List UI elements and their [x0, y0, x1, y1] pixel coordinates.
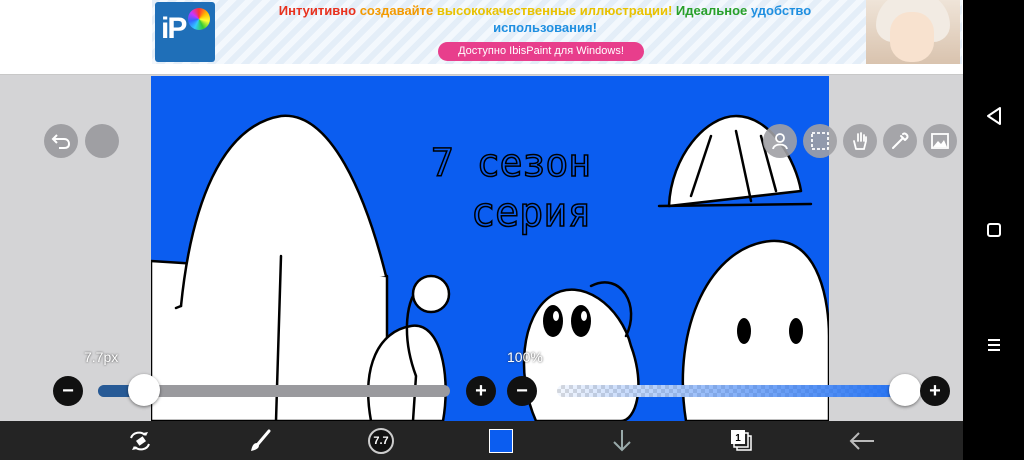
selection-icon — [811, 132, 829, 150]
ad-headline-word: высококачественные иллюстрации! — [436, 3, 673, 18]
brush-size-slider-handle[interactable] — [127, 374, 160, 406]
ad-headline-word: Идеальное — [675, 3, 748, 18]
layers-button[interactable]: 1 — [722, 421, 762, 460]
undo-icon — [51, 134, 71, 149]
art-eye — [571, 305, 591, 337]
android-home-button[interactable] — [981, 217, 1007, 243]
hand-icon — [853, 132, 867, 150]
brush-size-increase-button[interactable]: + — [466, 376, 496, 406]
opacity-decrease-button[interactable]: − — [507, 376, 537, 406]
menu-lines-icon — [988, 339, 1000, 351]
back-arrow-icon — [849, 431, 874, 450]
art-eye — [543, 305, 563, 337]
opacity-label: 100% — [507, 349, 543, 365]
art-eye-shine — [581, 311, 587, 321]
opacity-slider[interactable] — [557, 385, 917, 397]
ad-headline-word: создавайте — [359, 3, 434, 18]
android-back-button[interactable] — [981, 103, 1007, 129]
brush-size-label: 7.7px — [84, 349, 119, 365]
brush-icon — [251, 429, 271, 451]
ibispaint-app: iP Интуитивно создавайте высококачествен… — [0, 0, 963, 460]
undo-button[interactable] — [44, 124, 78, 158]
current-color-swatch — [489, 428, 513, 453]
drawing-canvas[interactable]: 7 сезон серия — [151, 76, 829, 421]
art-mic-head — [411, 274, 451, 314]
canvas-text-line-1: 7 сезон — [431, 141, 591, 185]
ad-headline-word: удобство — [750, 3, 812, 18]
tool-switch-icon — [130, 431, 150, 450]
ad-headline-word: Интуитивно — [278, 3, 357, 18]
android-menu-button[interactable] — [981, 332, 1007, 358]
redo-icon — [92, 132, 112, 150]
ad-headline: Интуитивно создавайте высококачественные… — [240, 2, 850, 36]
art-eye-shine — [553, 311, 559, 321]
android-navigation-bar — [963, 0, 1024, 460]
ad-banner[interactable]: iP Интуитивно создавайте высококачествен… — [0, 0, 963, 75]
canvas-text-line-2: серия — [471, 190, 591, 236]
transform-icon — [772, 133, 788, 150]
bottom-toolbar: 7.7 1 — [0, 421, 963, 460]
eyedropper-icon — [892, 132, 909, 149]
redo-button[interactable] — [85, 124, 119, 158]
layers-icon: 1 — [731, 429, 752, 451]
selection-button[interactable] — [803, 124, 837, 158]
art-dome-shape — [179, 114, 388, 308]
brush-size-badge: 7.7 — [368, 427, 394, 454]
ad-headline-word: использования! — [493, 20, 597, 35]
eyedropper-button[interactable] — [883, 124, 917, 158]
brush-size-decrease-button[interactable]: − — [53, 376, 83, 406]
image-icon — [931, 133, 949, 149]
move-layer-down-button[interactable] — [602, 421, 642, 460]
hand-button[interactable] — [843, 124, 877, 158]
arrow-down-icon — [613, 429, 631, 451]
square-home-icon — [987, 223, 1001, 237]
image-button[interactable] — [923, 124, 957, 158]
ad-download-button[interactable]: Доступно IbisPaint для Windows! — [438, 42, 644, 61]
color-wheel-icon — [188, 8, 210, 30]
layer-count: 1 — [735, 433, 741, 444]
opacity-slider-handle[interactable] — [889, 374, 921, 406]
ibispaint-logo[interactable]: iP — [155, 2, 215, 62]
brush-tool-button[interactable] — [240, 421, 280, 460]
art-eye — [789, 318, 803, 344]
back-button[interactable] — [842, 421, 882, 460]
transform-button[interactable] — [763, 124, 797, 158]
opacity-increase-button[interactable]: + — [920, 376, 950, 406]
color-button[interactable] — [481, 421, 521, 460]
ad-character-face — [890, 12, 934, 62]
tool-switch-button[interactable] — [120, 421, 160, 460]
logo-letters: iP — [161, 12, 187, 45]
art-eye — [737, 318, 751, 344]
ad-character-image[interactable] — [866, 0, 960, 64]
triangle-back-icon — [987, 107, 1001, 125]
brush-size-button[interactable]: 7.7 — [361, 421, 401, 460]
canvas-artwork: 7 сезон серия — [151, 114, 829, 421]
